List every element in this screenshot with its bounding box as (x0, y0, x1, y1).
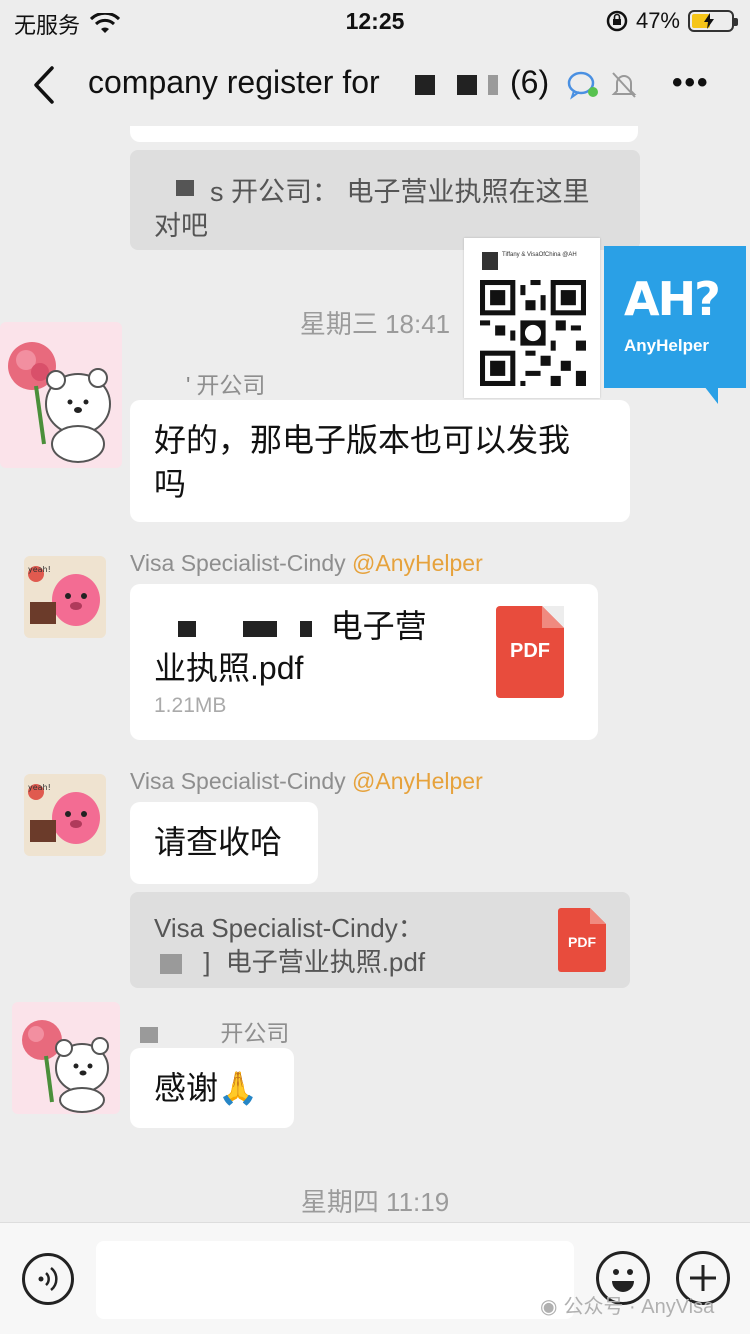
status-right: 47% (606, 8, 738, 34)
qr-code-icon (480, 280, 586, 386)
avatar[interactable] (12, 1002, 120, 1114)
quote-sender: Visa Specialist-Cindy： (154, 913, 424, 943)
message-bubble-partial (130, 126, 638, 142)
quote-text-line2: 对吧 (154, 211, 208, 241)
quote-file-name: ] 电子营业执照.pdf (154, 942, 425, 979)
sender-name: Visa Specialist-Cindy @AnyHelper (130, 768, 483, 794)
message-bubble[interactable]: 感谢🙏 (130, 1048, 294, 1128)
file-size: 1.21MB (154, 694, 227, 717)
message-text: 感谢🙏 (154, 1069, 258, 1107)
pdf-file-icon: PDF (558, 908, 606, 972)
avatar[interactable] (0, 322, 122, 468)
qr-code-card: Tiffany & VisaOfChina @AH (464, 238, 600, 398)
quote-text-line1: 电子营业执照在这里 (346, 177, 590, 207)
message-bubble[interactable]: 好的，那电子版本也可以发我 吗 (130, 400, 630, 522)
battery-percent: 47% (635, 8, 680, 33)
qr-profile-thumb (482, 252, 498, 270)
status-bar: 无服务 12:25 47% (0, 0, 750, 44)
member-count: (6) (510, 64, 550, 100)
message-bubble[interactable]: 请查收哈 (130, 802, 318, 884)
avatar[interactable]: yeah! (24, 556, 106, 638)
back-icon[interactable] (26, 60, 66, 110)
wechat-icon: ◉ (540, 1294, 558, 1318)
message-text-line1: 好的，那电子版本也可以发我 (154, 422, 571, 458)
quoted-message[interactable]: s 开公司： 电子营业执照在这里 对吧 (130, 150, 640, 250)
chat-title: company register for (88, 64, 499, 101)
message-input[interactable] (96, 1241, 574, 1319)
voice-icon (38, 1267, 58, 1291)
message-text-line2: 吗 (154, 466, 187, 502)
voice-input-button[interactable] (22, 1253, 74, 1305)
file-message[interactable]: 电子营 业执照.pdf 1.21MB PDF (130, 584, 598, 740)
svg-text:yeah!: yeah! (28, 783, 51, 792)
file-name-line1: 电子营 (154, 604, 427, 648)
qr-caption: Tiffany & VisaOfChina @AH (502, 252, 577, 258)
pdf-file-icon: PDF (496, 606, 564, 698)
quote-sender: s 开公司： (210, 177, 340, 207)
quoted-file-message[interactable]: Visa Specialist-Cindy： ] 电子营业执照.pdf PDF (130, 892, 630, 988)
avatar[interactable]: yeah! (24, 774, 106, 856)
message-text: 请查收哈 (154, 824, 283, 860)
svg-text:yeah!: yeah! (28, 565, 51, 574)
battery-icon (688, 10, 738, 32)
orientation-lock-icon (606, 10, 628, 32)
sender-name: Visa Specialist-Cindy @AnyHelper (130, 550, 483, 576)
pray-emoji: 🙏 (218, 1069, 258, 1107)
anyhelper-logo: AH? AnyHelper (604, 246, 746, 388)
chat-bubble-icon (567, 71, 598, 100)
chat-header: company register for (6) ••• (0, 46, 750, 126)
more-options-button[interactable]: ••• (672, 66, 710, 100)
watermark: ◉ 公众号 · AnyVisa (540, 1294, 715, 1318)
time-separator: 星期四 11:19 (300, 1187, 450, 1217)
sender-name: ' 开公司 (186, 372, 266, 398)
file-name-line2: 业执照.pdf (154, 650, 304, 686)
sender-name: 开公司 (140, 1014, 289, 1048)
logo-tail-decoration (704, 386, 718, 404)
mute-bell-icon (611, 72, 637, 98)
